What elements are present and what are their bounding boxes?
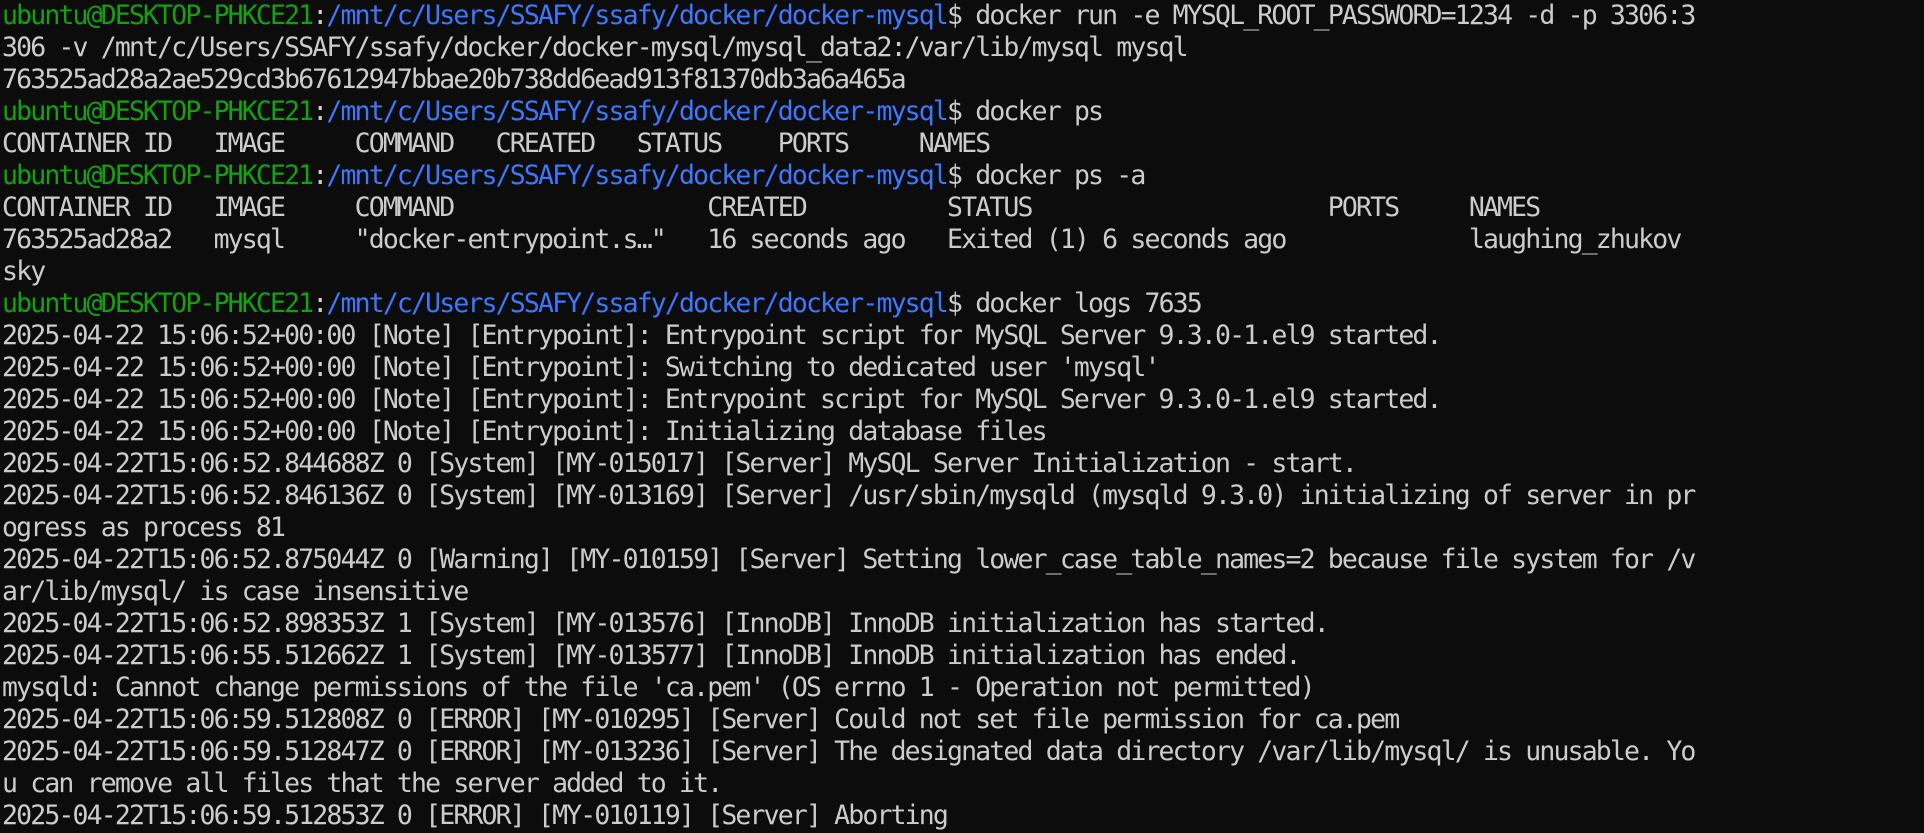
prompt-line: ubuntu@DESKTOP-PHKCE21:/mnt/c/Users/SSAF… (2, 96, 1924, 128)
output-text: CONTAINER ID IMAGE COMMAND CREATED STATU… (2, 192, 1541, 223)
output-line: 2025-04-22T15:06:59.512808Z 0 [ERROR] [M… (2, 704, 1924, 736)
output-line: 2025-04-22 15:06:52+00:00 [Note] [Entryp… (2, 320, 1924, 352)
prompt-user-host: ubuntu@DESKTOP-PHKCE21 (2, 160, 314, 191)
output-text: 2025-04-22T15:06:52.846136Z 0 [System] [… (2, 480, 1696, 511)
output-text: 2025-04-22 15:06:52+00:00 [Note] [Entryp… (2, 352, 1160, 383)
output-line: 2025-04-22 15:06:52+00:00 [Note] [Entryp… (2, 384, 1924, 416)
output-line: mysqld: Cannot change permissions of the… (2, 672, 1924, 704)
prompt-user-host: ubuntu@DESKTOP-PHKCE21 (2, 96, 314, 127)
output-line: sky (2, 256, 1924, 288)
output-line: 2025-04-22T15:06:59.512853Z 0 [ERROR] [M… (2, 800, 1924, 832)
prompt-separator: : (312, 0, 328, 31)
output-text: CONTAINER ID IMAGE COMMAND CREATED STATU… (2, 128, 991, 159)
prompt-symbol: $ (947, 160, 976, 191)
output-text: 2025-04-22T15:06:52.898353Z 1 [System] [… (2, 608, 1330, 639)
output-text: 2025-04-22 15:06:52+00:00 [Note] [Entryp… (2, 384, 1443, 415)
output-line: ogress as process 81 (2, 512, 1924, 544)
command-text: docker ps (975, 96, 1104, 127)
prompt-user-host: ubuntu@DESKTOP-PHKCE21 (2, 288, 314, 319)
prompt-symbol: $ (947, 0, 976, 31)
output-text: ogress as process 81 (2, 512, 286, 543)
output-text: 306 -v /mnt/c/Users/SSAFY/ssafy/docker/d… (2, 32, 1189, 63)
command-text: docker run -e MYSQL_ROOT_PASSWORD=1234 -… (975, 0, 1696, 31)
prompt-line: ubuntu@DESKTOP-PHKCE21:/mnt/c/Users/SSAF… (2, 0, 1924, 32)
output-line: 306 -v /mnt/c/Users/SSAFY/ssafy/docker/d… (2, 32, 1924, 64)
output-line: 2025-04-22T15:06:55.512662Z 1 [System] [… (2, 640, 1924, 672)
output-text: 2025-04-22 15:06:52+00:00 [Note] [Entryp… (2, 320, 1443, 351)
output-line: 2025-04-22T15:06:52.846136Z 0 [System] [… (2, 480, 1924, 512)
command-text: docker ps -a (975, 160, 1146, 191)
output-line: 2025-04-22 15:06:52+00:00 [Note] [Entryp… (2, 352, 1924, 384)
output-text: mysqld: Cannot change permissions of the… (2, 672, 1316, 703)
output-line: 2025-04-22T15:06:59.512847Z 0 [ERROR] [M… (2, 736, 1924, 768)
output-text: sky (2, 256, 46, 287)
prompt-line: ubuntu@DESKTOP-PHKCE21:/mnt/c/Users/SSAF… (2, 160, 1924, 192)
prompt-line: ubuntu@DESKTOP-PHKCE21:/mnt/c/Users/SSAF… (2, 288, 1924, 320)
prompt-separator: : (312, 96, 328, 127)
output-text: ar/lib/mysql/ is case insensitive (2, 576, 469, 607)
output-text: 2025-04-22T15:06:55.512662Z 1 [System] [… (2, 640, 1301, 671)
terminal-window[interactable]: ubuntu@DESKTOP-PHKCE21:/mnt/c/Users/SSAF… (0, 0, 1924, 833)
output-text: 2025-04-22T15:06:59.512853Z 0 [ERROR] [M… (2, 800, 949, 831)
output-line: 763525ad28a2ae529cd3b67612947bbae20b738d… (2, 64, 1924, 96)
output-text: 763525ad28a2 mysql "docker-entrypoint.s…… (2, 224, 1682, 255)
output-text: u can remove all files that the server a… (2, 768, 723, 799)
output-text: 2025-04-22T15:06:52.844688Z 0 [System] [… (2, 448, 1358, 479)
output-line: 2025-04-22T15:06:52.875044Z 0 [Warning] … (2, 544, 1924, 576)
prompt-path: /mnt/c/Users/SSAFY/ssafy/docker/docker-m… (326, 96, 948, 127)
output-line: 2025-04-22 15:06:52+00:00 [Note] [Entryp… (2, 416, 1924, 448)
output-line: CONTAINER ID IMAGE COMMAND CREATED STATU… (2, 128, 1924, 160)
prompt-symbol: $ (947, 96, 976, 127)
command-text: docker logs 7635 (975, 288, 1203, 319)
prompt-path: /mnt/c/Users/SSAFY/ssafy/docker/docker-m… (326, 0, 948, 31)
prompt-symbol: $ (947, 288, 976, 319)
output-line: 2025-04-22T15:06:52.844688Z 0 [System] [… (2, 448, 1924, 480)
output-text: 763525ad28a2ae529cd3b67612947bbae20b738d… (2, 64, 907, 95)
output-text: 2025-04-22 15:06:52+00:00 [Note] [Entryp… (2, 416, 1048, 447)
output-text: 2025-04-22T15:06:59.512847Z 0 [ERROR] [M… (2, 736, 1696, 767)
output-line: 2025-04-22T15:06:52.898353Z 1 [System] [… (2, 608, 1924, 640)
prompt-separator: : (312, 288, 328, 319)
prompt-separator: : (312, 160, 328, 191)
output-line: CONTAINER ID IMAGE COMMAND CREATED STATU… (2, 192, 1924, 224)
prompt-path: /mnt/c/Users/SSAFY/ssafy/docker/docker-m… (326, 288, 948, 319)
prompt-path: /mnt/c/Users/SSAFY/ssafy/docker/docker-m… (326, 160, 948, 191)
output-text: 2025-04-22T15:06:52.875044Z 0 [Warning] … (2, 544, 1696, 575)
output-line: ar/lib/mysql/ is case insensitive (2, 576, 1924, 608)
prompt-user-host: ubuntu@DESKTOP-PHKCE21 (2, 0, 314, 31)
output-text: 2025-04-22T15:06:59.512808Z 0 [ERROR] [M… (2, 704, 1400, 735)
output-line: 763525ad28a2 mysql "docker-entrypoint.s…… (2, 224, 1924, 256)
output-line: u can remove all files that the server a… (2, 768, 1924, 800)
